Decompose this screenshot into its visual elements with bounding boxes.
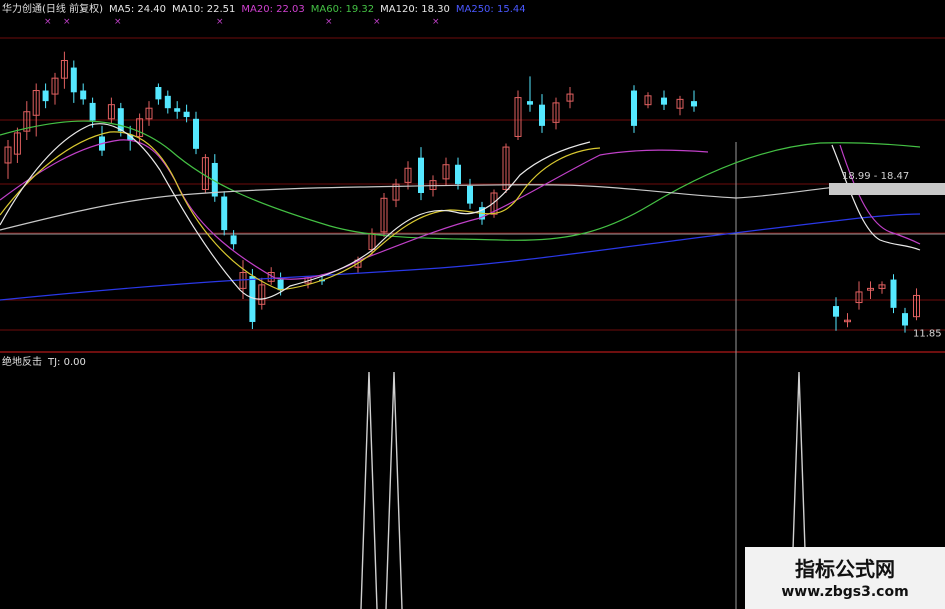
candle-body [89, 102, 96, 121]
signal-marker: × [373, 17, 381, 27]
signal-marker: × [114, 17, 122, 27]
indicator-legend: 绝地反击 TJ: 0.00 [2, 357, 92, 369]
ma60-label: MA60: 19.32 [310, 4, 375, 15]
candle-body [455, 164, 461, 185]
candle-body [418, 157, 424, 193]
candle-body [631, 90, 637, 126]
candle-body [661, 97, 667, 105]
candle-body [467, 185, 473, 204]
candle-body [70, 67, 77, 93]
price-tag-box [829, 183, 945, 195]
signal-marker: × [44, 17, 52, 27]
ma250-label: MA250: 15.44 [455, 4, 526, 15]
candle-body [527, 101, 533, 105]
chart-title: 华力创通(日线 前复权) [2, 4, 103, 15]
candle-body [230, 235, 237, 245]
signal-marker: × [325, 17, 333, 27]
candle-body [155, 87, 162, 100]
watermark-title: 指标公式网 [795, 557, 895, 581]
indicator-tj: TJ: 0.00 [48, 357, 86, 368]
candle-body [117, 108, 124, 132]
ma20-label: MA20: 22.03 [241, 4, 305, 15]
range-label: 18.99 - 18.47 [842, 171, 909, 182]
ma120-label: MA120: 18.30 [380, 4, 450, 15]
candle-body [902, 313, 908, 326]
ma20-line [0, 139, 709, 280]
signal-marker: × [216, 17, 224, 27]
candle-body [183, 111, 190, 118]
candle-body [42, 90, 49, 102]
ma10-line [0, 131, 601, 291]
signal-spike [360, 371, 378, 609]
candle-body [80, 90, 87, 100]
candle-body [539, 104, 545, 126]
signal-marker: × [63, 17, 71, 27]
indicator-name: 绝地反击 [2, 357, 42, 368]
candle-body [691, 101, 697, 107]
candle-body [174, 108, 181, 112]
price-legend: 华力创通(日线 前复权) MA5: 24.40 MA10: 22.51 MA20: 2… [2, 4, 532, 16]
low-price-label: 11.85 [913, 329, 942, 340]
watermark: 指标公式网 www.zbgs3.com [745, 547, 945, 609]
ma5-label: MA5: 24.40 [108, 4, 166, 15]
ma250-line [0, 213, 921, 301]
candle-body [890, 279, 897, 308]
candle-body [833, 306, 839, 317]
candle-body [164, 95, 171, 109]
candle-body [193, 118, 199, 149]
main-chart: 11.85 18.99 - 18.47 × × × × × × × [0, 17, 945, 609]
candle-body [277, 279, 284, 291]
watermark-url: www.zbgs3.com [781, 584, 909, 600]
ma10-label: MA10: 22.51 [172, 4, 236, 15]
signal-spike [385, 371, 403, 609]
candle-body [221, 196, 228, 231]
signal-marker: × [432, 17, 440, 27]
